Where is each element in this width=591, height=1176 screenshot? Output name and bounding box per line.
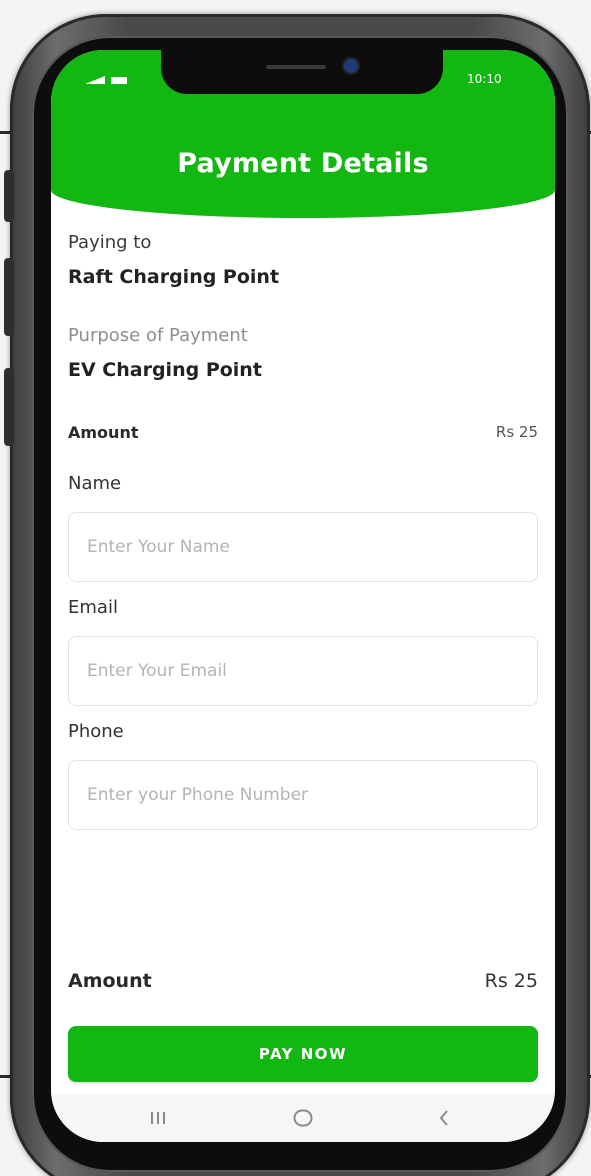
back-icon[interactable] — [429, 1106, 459, 1130]
volume-up-button — [4, 258, 14, 336]
payment-header: 10:10 Payment Details — [51, 50, 555, 218]
amount-label: Amount — [68, 423, 139, 442]
purpose-label: Purpose of Payment — [68, 325, 248, 346]
status-time: 10:10 — [467, 72, 502, 86]
volume-down-button — [4, 368, 14, 446]
phone-label: Phone — [68, 721, 124, 742]
camera-notch — [161, 50, 443, 94]
speaker-icon — [266, 65, 326, 69]
amount-summary-row: Amount Rs 25 — [68, 423, 538, 447]
status-bar-left — [85, 72, 145, 86]
name-input[interactable] — [68, 512, 538, 582]
signal-icon — [85, 76, 105, 84]
android-navigation-bar — [51, 1094, 555, 1142]
camera-icon — [344, 59, 358, 73]
total-amount-row: Amount Rs 25 — [68, 970, 538, 996]
battery-icon — [111, 77, 127, 84]
total-amount-value: Rs 25 — [484, 970, 538, 992]
recent-apps-icon-svg — [151, 1112, 165, 1124]
paying-to-value: Raft Charging Point — [68, 266, 280, 288]
phone-side-button — [4, 170, 14, 222]
page-title: Payment Details — [177, 148, 429, 179]
paying-to-label: Paying to — [68, 232, 152, 253]
home-icon[interactable] — [288, 1106, 318, 1130]
stage: 10:10 Payment Details Paying to Raft Cha… — [0, 0, 591, 1176]
phone-screen: 10:10 Payment Details Paying to Raft Cha… — [51, 50, 555, 1142]
home-icon-svg — [293, 1109, 313, 1127]
recent-apps-icon[interactable] — [143, 1106, 173, 1130]
back-icon-svg — [439, 1110, 448, 1126]
email-input[interactable] — [68, 636, 538, 706]
amount-value: Rs 25 — [495, 423, 538, 441]
pay-now-button[interactable]: PAY NOW — [68, 1026, 538, 1082]
total-amount-label: Amount — [68, 970, 152, 992]
purpose-value: EV Charging Point — [68, 359, 262, 381]
phone-input[interactable] — [68, 760, 538, 830]
name-label: Name — [68, 473, 122, 494]
email-label: Email — [68, 597, 118, 618]
